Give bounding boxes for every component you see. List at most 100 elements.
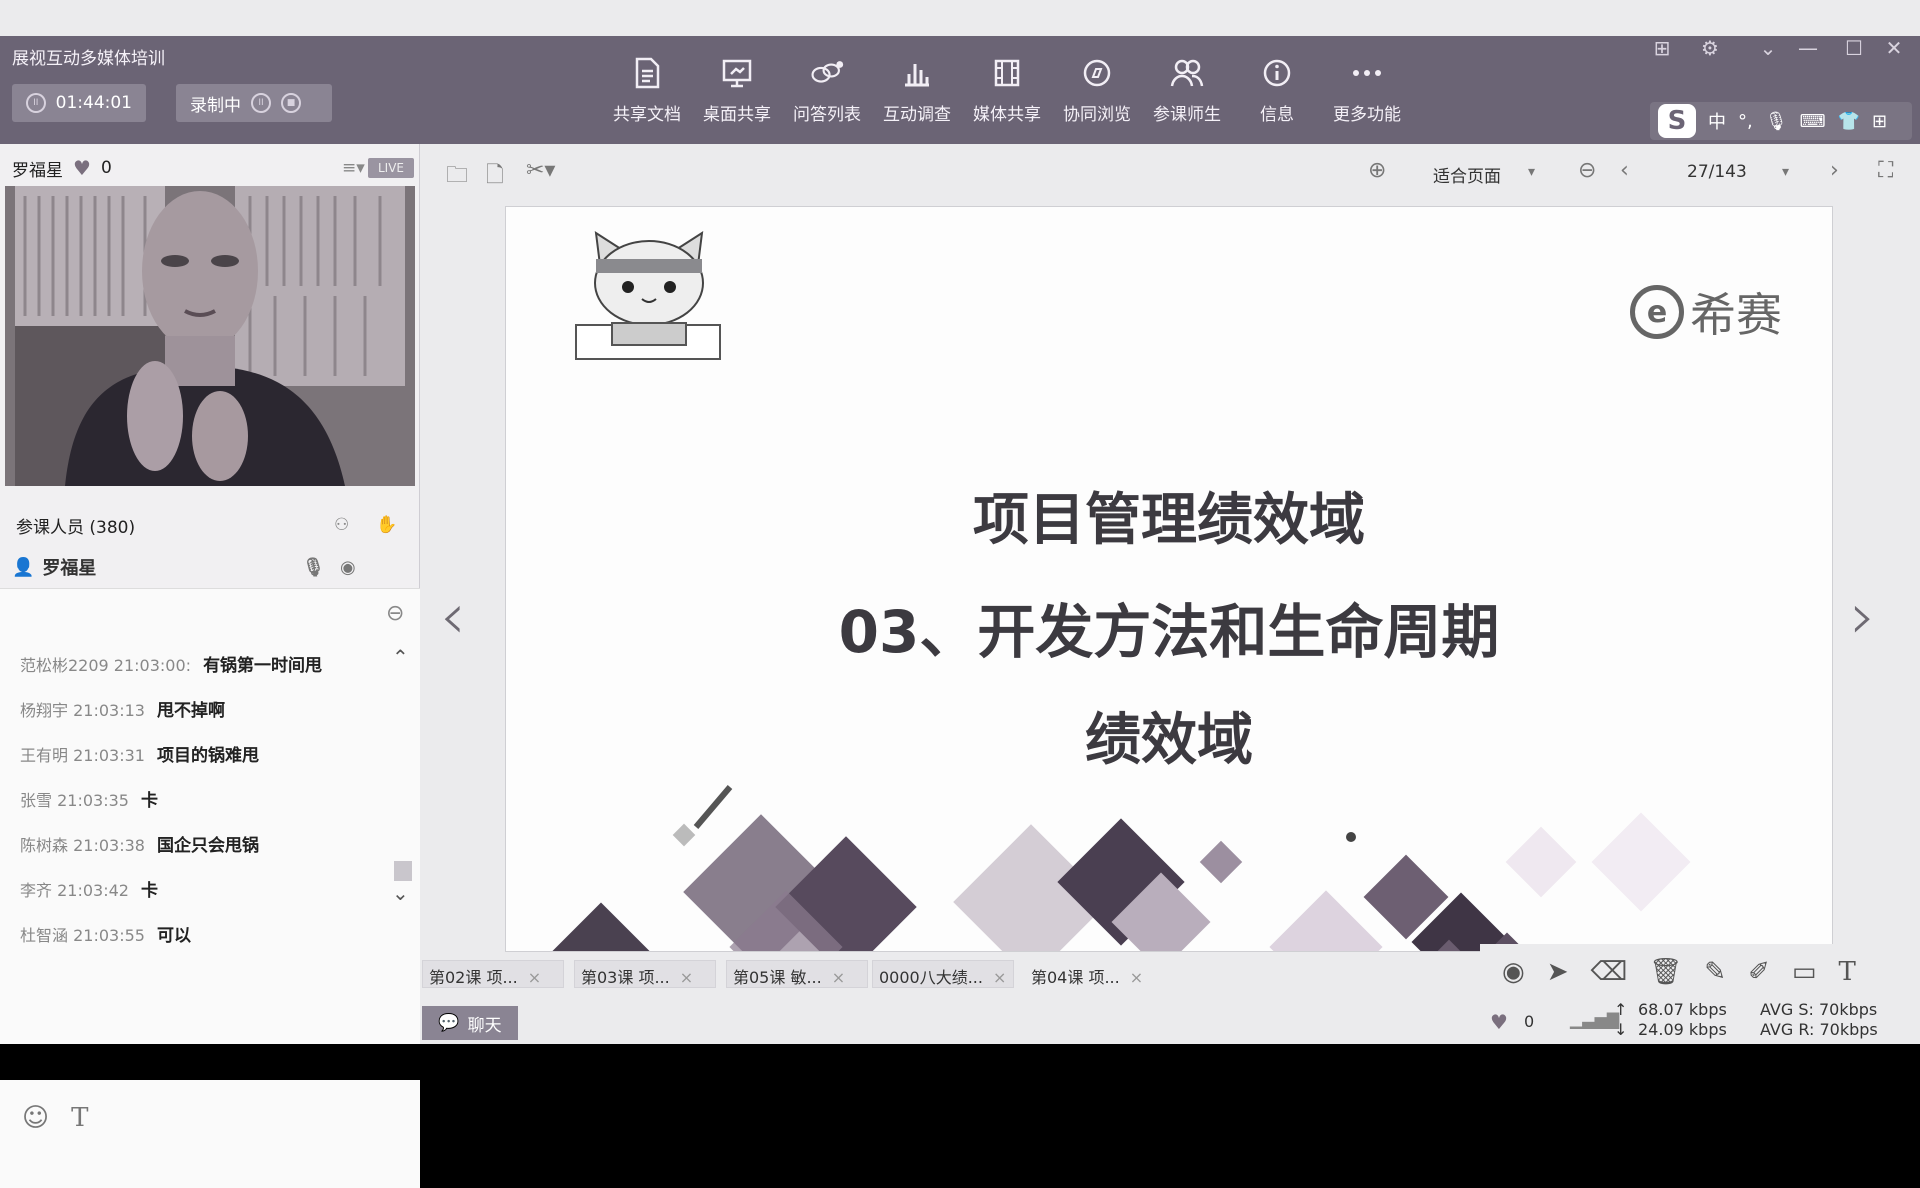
chat-area: ⊖ 范松彬2209 21:03:00: 有锅第一时间甩 杨翔宇 21:03:13 甩… [0, 588, 420, 1188]
microphone-icon[interactable]: 🎙 [302, 557, 325, 578]
ime-toolbar[interactable]: S 中 °, 🎙 ⌨ 👕 ⊞ [1650, 102, 1912, 140]
prev-page-icon[interactable]: ‹ [1620, 158, 1629, 183]
grid-view-icon[interactable]: ⊞ [1650, 36, 1674, 60]
doc-tab[interactable]: 第05课 敏... × [726, 960, 868, 988]
record-pause-icon[interactable]: II [251, 93, 271, 113]
rectangle-icon[interactable]: ▭ [1792, 957, 1817, 987]
chat-sender: 王有明 21:03:31 [20, 746, 145, 765]
list-menu-icon[interactable]: ≡▾ [342, 158, 365, 178]
presenter-name: 罗福星 [12, 160, 63, 181]
close-icon[interactable]: ✕ [1882, 36, 1906, 60]
tool-media-share[interactable]: 媒体共享 [962, 56, 1052, 140]
maximize-icon[interactable]: ☐ [1842, 36, 1866, 60]
heart-icon[interactable]: ♥ [73, 156, 91, 180]
chat-sender: 杨翔宇 21:03:13 [20, 701, 145, 720]
tool-cobrowse[interactable]: 协同浏览 [1052, 56, 1142, 140]
chat-sender: 李齐 21:03:42 [20, 881, 129, 900]
highlighter-icon[interactable]: ✐ [1748, 957, 1770, 987]
chat-scrollbar[interactable]: ⌃ ⌄ [392, 645, 412, 1049]
download-arrow-icon: ↓ [1614, 1020, 1628, 1039]
minimize-icon[interactable]: — [1796, 36, 1820, 60]
chat-text: 有锅第一时间甩 [203, 656, 323, 676]
host-row[interactable]: 👤 罗福星 🎙 ◉ [12, 552, 406, 582]
tool-label: 媒体共享 [973, 105, 1041, 125]
apps-icon[interactable]: ⊞ [1872, 111, 1887, 132]
camera-icon[interactable]: ◉ [340, 557, 356, 578]
eraser-icon[interactable]: ⌫ [1590, 957, 1627, 987]
live-badge: LIVE [368, 158, 414, 178]
chat-sender: 张雪 21:03:35 [20, 791, 129, 810]
participants-header: 参课人员 (380) ⚇ ✋ [16, 510, 406, 540]
logo-text: 希赛 [1690, 288, 1782, 342]
chat-bubble-icon: 💬 [438, 1013, 460, 1033]
zoom-in-icon[interactable]: ⊕ [1368, 158, 1386, 183]
record-stop-icon[interactable]: ■ [281, 93, 301, 113]
page-indicator[interactable]: 27/143 [1687, 162, 1747, 182]
mute-all-icon[interactable]: ⚇ [334, 515, 349, 535]
mic-icon[interactable]: 🎙 [1765, 111, 1788, 132]
ime-lang[interactable]: 中 [1708, 108, 1726, 134]
collapse-icon[interactable]: ⊖ [386, 601, 404, 626]
tool-qa-list[interactable]: 问答列表 [782, 56, 872, 140]
open-folder-icon[interactable]: 🗀 [446, 158, 468, 196]
people-icon [1170, 56, 1204, 90]
laser-pointer-icon[interactable]: ◉ [1502, 957, 1525, 987]
qa-icon [810, 56, 844, 90]
tool-info[interactable]: 信息 [1232, 56, 1322, 140]
tool-share-doc[interactable]: 共享文档 [602, 56, 692, 140]
text-tool-icon[interactable]: T [1838, 957, 1855, 987]
doc-tab-label: 0000八大绩... [879, 968, 983, 987]
skin-icon[interactable]: 👕 [1838, 111, 1860, 132]
scroll-up-icon[interactable]: ⌃ [392, 645, 409, 669]
text-format-icon[interactable]: T [71, 1103, 88, 1133]
keyboard-icon[interactable]: ⌨ [1800, 111, 1826, 132]
slide-prev-arrow[interactable]: ‹ [440, 580, 466, 654]
tool-participants[interactable]: 参课师生 [1142, 56, 1232, 140]
chat-button-label: 聊天 [467, 1015, 502, 1036]
chat-text: 项目的锅难甩 [156, 746, 259, 766]
tool-more[interactable]: 更多功能 [1322, 56, 1412, 140]
emoji-icon[interactable]: ☺ [22, 1103, 49, 1133]
left-panel: 罗福星 ♥ 0 ≡▾ LIVE 参课人员 (380) ⚇ ✋ 👤 罗福星 🎙 ◉… [0, 144, 420, 1188]
punct-icon[interactable]: °, [1738, 111, 1753, 132]
next-page-icon[interactable]: › [1830, 158, 1839, 183]
heart-icon[interactable]: ♥ [1490, 1010, 1508, 1034]
zoom-out-icon[interactable]: ⊖ [1578, 158, 1596, 183]
tab-close-icon[interactable]: × [680, 968, 693, 987]
slide-next-arrow[interactable]: › [1850, 580, 1876, 654]
slide-area: ‹ › e 希赛 项目管理绩效域 03、开发方法和生命周期 绩效域 [420, 200, 1920, 956]
settings-icon[interactable]: ⚙ [1698, 36, 1722, 60]
clear-icon[interactable]: 🗑 [1649, 957, 1682, 987]
doc-tab[interactable]: 0000八大绩... × [872, 960, 1014, 988]
doc-tab[interactable]: 第02课 项... × [422, 960, 564, 988]
tab-close-icon[interactable]: × [528, 968, 541, 987]
tab-close-icon[interactable]: × [1130, 968, 1143, 987]
tool-poll[interactable]: 互动调查 [872, 56, 962, 140]
chat-message: 杜智涵 21:03:55 可以 [20, 921, 191, 946]
doc-tab[interactable]: 第03课 项... × [574, 960, 716, 988]
more-icon [1350, 56, 1384, 90]
tab-close-icon[interactable]: × [993, 968, 1006, 987]
scissors-icon[interactable]: ✂▾ [526, 158, 555, 183]
slide-title-line1: 项目管理绩效域 [973, 488, 1365, 553]
new-doc-icon[interactable]: 🗋 [486, 158, 504, 196]
chevron-down-icon[interactable]: ⌄ [1756, 36, 1780, 60]
pointer-icon[interactable]: ➤ [1547, 957, 1569, 987]
pen-icon[interactable]: ✎ [1704, 957, 1726, 987]
chat-button[interactable]: 💬 聊天 [422, 1006, 518, 1040]
page-dropdown-icon[interactable]: ▾ [1782, 164, 1789, 180]
tool-desktop-share[interactable]: 桌面共享 [692, 56, 782, 140]
status-bar: 💬 聊天 ♥ 0 ▁▃▅▇ ↑ 68.07 kbps ↓ 24.09 kbps … [420, 1000, 1920, 1044]
scroll-thumb[interactable] [394, 861, 412, 881]
record-button[interactable]: 录制中 II ■ [176, 84, 332, 122]
chat-text: 卡 [140, 791, 158, 811]
scroll-down-icon[interactable]: ⌄ [392, 881, 409, 905]
tab-close-icon[interactable]: × [832, 968, 845, 987]
zoom-dropdown-icon[interactable]: ▾ [1528, 164, 1535, 180]
fullscreen-icon[interactable]: ⛶ [1878, 158, 1893, 183]
host-name: 罗福星 [42, 558, 97, 579]
raise-hand-icon[interactable]: ✋ [376, 515, 397, 535]
zoom-select[interactable]: 适合页面 [1433, 162, 1501, 187]
doc-tab-active[interactable]: 第04课 项... × [1024, 960, 1174, 988]
top-toolbar: 展视互动多媒体培训 II 01:44:01 录制中 II ■ 共享文档 桌面共享 [0, 36, 1920, 144]
